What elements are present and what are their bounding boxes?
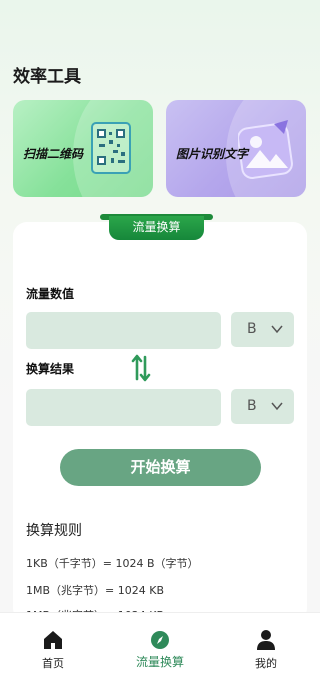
rule-item: 1MB（兆字节）= 1024 KB xyxy=(26,584,164,597)
ocr-card[interactable]: 图片识别文字 xyxy=(166,100,306,197)
result-label: 换算结果 xyxy=(26,362,75,376)
home-icon xyxy=(44,631,62,649)
user-icon xyxy=(257,630,275,650)
tab-mine-label: 我的 xyxy=(255,657,277,670)
page-title: 效率工具 xyxy=(13,67,81,87)
chevron-down-icon xyxy=(271,402,283,411)
tab-home-label: 首页 xyxy=(42,657,64,670)
tab-flow-convert-label: 流量换算 xyxy=(135,655,184,669)
scan-qr-card[interactable]: 扫描二维码 xyxy=(13,100,153,197)
converter-tab-label: 流量换算 xyxy=(109,216,204,240)
start-convert-button[interactable]: 开始换算 xyxy=(60,449,261,486)
result-unit-select[interactable]: B xyxy=(231,389,294,424)
scan-qr-label: 扫描二维码 xyxy=(23,147,84,161)
input-unit-select[interactable]: B xyxy=(231,312,294,347)
result-unit-value: B xyxy=(247,398,257,414)
qr-code-icon xyxy=(91,122,131,174)
chevron-down-icon xyxy=(271,325,283,334)
bottom-tab-bar: 首页 流量换算 我的 xyxy=(0,612,320,680)
result-value-field[interactable] xyxy=(26,389,221,426)
tab-flow-convert[interactable]: 流量换算 xyxy=(120,613,200,673)
input-unit-value: B xyxy=(247,321,257,337)
converter-tab-badge: 流量换算 xyxy=(100,214,213,241)
swap-icon[interactable] xyxy=(131,353,151,383)
tab-mine[interactable]: 我的 xyxy=(226,613,306,673)
input-value-label: 流量数值 xyxy=(26,287,75,301)
rule-item: 1KB（千字节）= 1024 B（字节） xyxy=(26,557,199,570)
compass-icon xyxy=(151,631,169,649)
flow-value-input[interactable] xyxy=(26,312,221,349)
tab-home[interactable]: 首页 xyxy=(13,613,93,673)
rules-title: 换算规则 xyxy=(26,523,82,539)
ocr-label: 图片识别文字 xyxy=(176,147,249,161)
